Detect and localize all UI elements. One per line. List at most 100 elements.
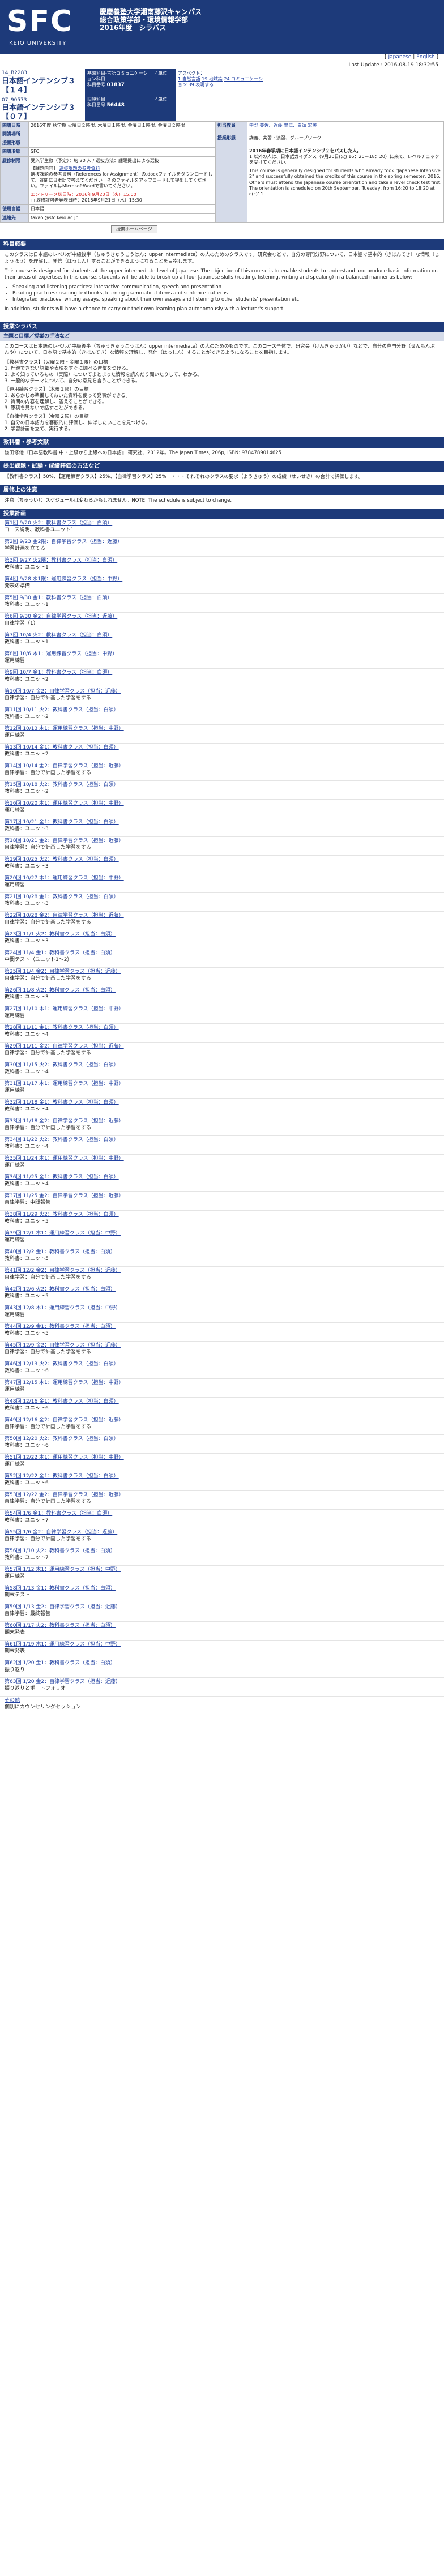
old-field-box: 旧設科目 科目番号 56448 <box>85 95 153 121</box>
assignment-reference-link[interactable]: 選抜課題の参考資料 <box>59 166 100 171</box>
schedule-title: 第43回 12/8 木1：運用練習クラス（担当：中野） <box>5 1305 121 1312</box>
field-box: 基盤科目-言語コミュニケーション科目 科目番号 01837 <box>85 69 153 95</box>
schedule-desc: 自律学習：自分で計画した学習をする <box>5 844 92 851</box>
schedule-title: 第59回 1/13 金2：自律学習クラス（担当：近藤） <box>5 1604 121 1610</box>
schedule-desc: 教科書：ユニット7 <box>5 1554 49 1561</box>
detail-label: 履修制限 <box>0 156 29 206</box>
summary-list-item: Integrated practices: writing essays, sp… <box>12 297 439 303</box>
schedule-item: 第20回 10/27 木1：運用練習クラス（担当：中野） 運用練習 <box>0 874 444 894</box>
schedule-item: 第54回 1/6 金1：教科書クラス（担当：白須） 教科書：ユニット7 <box>0 1510 444 1529</box>
schedule-item: 第19回 10/25 火2：教科書クラス（担当：白須） 教科書：ユニット3 <box>0 856 444 875</box>
schedule-item: 第43回 12/8 木1：運用練習クラス（担当：中野） 運用練習 <box>0 1304 444 1323</box>
course-homepage-button[interactable]: 授業ホームページ <box>111 225 157 234</box>
detail-row: 履修制限 受入学生数（予定）：約 20 人 / 選抜方法：課題提出による選抜 【… <box>0 156 215 206</box>
schedule-title: 第15回 10/18 火2：教科書クラス（担当：白須） <box>5 782 119 788</box>
detail-row: 開講形態 SFC <box>0 147 215 157</box>
schedule-desc: 教科書：ユニット3 <box>5 994 49 1000</box>
detail-label: 授業形態 <box>0 138 29 148</box>
schedule-title: 第55回 1/6 金2：自律学習クラス（担当：近藤） <box>5 1530 118 1536</box>
textbook-heading: 教科書・参考文献 <box>0 437 444 448</box>
prereq-line2: 1.以外の人は、日本語ガイダンス（9月20日(火) 16：20－18：20）に来… <box>249 153 439 165</box>
schedule-item: 第32回 11/18 金1：教科書クラス（担当：白須） 教科書：ユニット4 <box>0 1099 444 1118</box>
schedule-item: その他 個別にカウンセリングセッション <box>0 1697 444 1716</box>
detail-value: SFC <box>28 147 215 157</box>
course-list: 14_B2283 日本語インテンシブ３【１４】 07_90573 日本語インテン… <box>0 69 85 121</box>
detail-value: 日本語 <box>28 204 215 214</box>
schedule-item: 第44回 12/9 金1：教科書クラス（担当：白須） 教科書：ユニット5 <box>0 1323 444 1342</box>
detail-row: 2016年春学期に日本語インテンシブ２をパスした人。 1.以外の人は、日本語ガイ… <box>215 146 444 223</box>
aspect-link[interactable]: 19 地域論 <box>202 76 223 82</box>
old-reg-no-label: 科目番号 <box>87 102 105 108</box>
schedule-desc: 運用練習 <box>5 1461 25 1467</box>
schedule-desc: 教科書：ユニット6 <box>5 1405 49 1411</box>
reg-no-value: 01837 <box>106 82 125 88</box>
schedule-desc: 運用練習 <box>5 657 25 664</box>
schedule-item: 第45回 12/9 金2：自律学習クラス（担当：近藤） 自律学習：自分で計画した学… <box>0 1342 444 1361</box>
lang-english-link[interactable]: English <box>416 54 435 60</box>
theme-item: 2. 学習計画を立て、実行する。 <box>5 426 73 433</box>
schedule-title: 第42回 12/6 火2：教科書クラス（担当：白須） <box>5 1287 116 1293</box>
schedule-title: 第12回 10/13 木1：運用練習クラス（担当：中野） <box>5 726 124 732</box>
language-switch: [ Japanese | English ] <box>385 54 438 60</box>
detail-label: 開講形態 <box>0 147 29 157</box>
detail-label: 担当教員 <box>215 121 247 135</box>
schedule-item: 第14回 10/14 金2：自律学習クラス（担当：近藤） 自律学習：自分で計画した… <box>0 762 444 781</box>
aspect-link[interactable]: 1 自然言語 <box>178 76 200 82</box>
detail-label: 連絡先 <box>0 213 29 223</box>
schedule-item: 第6回 9/30 金2：自律学習クラス（担当：近藤） 自律学習（1） <box>0 613 444 632</box>
schedule-title: 第1回 9/20 火2：教科書クラス（担当：白須） <box>5 520 113 527</box>
schedule-title: 第3回 9/27 火2限：教科書クラス（担当：白須） <box>5 558 118 564</box>
schedule-item: 第5回 9/30 金1：教科書クラス（担当：白須） 教科書：ユニット1 <box>0 594 444 613</box>
schedule-desc: 自律学習：自分で計画した学習をする <box>5 1536 92 1542</box>
schedule-item: 第13回 10/14 金1：教科書クラス（担当：白須） 教科書：ユニット2 <box>0 744 444 763</box>
summary-body: このクラスは日本語のレベルが中級後半（ちゅうきゅうこうはん：upper inte… <box>0 250 444 318</box>
schedule-title: 第35回 11/24 木1：運用練習クラス（担当：中野） <box>5 1156 124 1162</box>
schedule-desc: 教科書：ユニット5 <box>5 1218 49 1224</box>
aspect-box: アスペクト： 1 自然言語 19 地域論 24 コミュニケーション 39 表現す… <box>176 69 266 95</box>
schedule-item: 第40回 12/2 金1：教科書クラス（担当：白須） 教科書：ユニット5 <box>0 1248 444 1267</box>
detail-value: 2016年度 秋学期 火曜日２時限, 木曜日１時限, 金曜日１時限, 金曜日２時… <box>28 121 215 131</box>
schedule-title: 第45回 12/9 金2：自律学習クラス（担当：近藤） <box>5 1343 121 1349</box>
detail-value: 講義、実習・演習、グループワーク <box>247 134 444 147</box>
detail-row: 授業形態 講義、実習・演習、グループワーク <box>215 134 444 147</box>
schedule-title: 第52回 12/22 金1：教科書クラス（担当：白須） <box>5 1473 119 1480</box>
schedule-desc: 自律学習：最終報告 <box>5 1610 51 1617</box>
contact-email: takaoi@sfc.keio.ac.jp <box>28 213 215 223</box>
schedule-desc: 期末発表 <box>5 1648 25 1654</box>
lang-japanese-link[interactable]: Japanese <box>388 54 411 60</box>
schedule-item: 第51回 12/22 木1：運用練習クラス（担当：中野） 運用練習 <box>0 1454 444 1473</box>
schedule-title: 第5回 9/30 金1：教科書クラス（担当：白須） <box>5 595 113 601</box>
schedule-item: 第55回 1/6 金2：自律学習クラス（担当：近藤） 自律学習：自分で計画した学習… <box>0 1528 444 1548</box>
theme-heading: 主題と目標／授業の手法など <box>0 332 444 341</box>
schedule-desc: 中間テスト（ユニット1〜2） <box>5 956 72 963</box>
schedule-desc: 自律学習：自分で計画した学習をする <box>5 770 92 776</box>
detail-value <box>28 138 215 148</box>
old-credits-box: 4単位 <box>153 95 176 121</box>
detail-row: 担当教員 中野 美佐、近藤 豊仁、白須 宏美 <box>215 121 444 135</box>
schedule-desc: 運用練習 <box>5 1013 25 1019</box>
aspect-link[interactable]: 39 表現する <box>189 82 214 87</box>
schedule-item: 第63回 1/20 金2：自律学習クラス（担当：近藤） 振り返りとポートフォリオ <box>0 1678 444 1697</box>
course-detail: 開講日時 2016年度 秋学期 火曜日２時限, 木曜日１時限, 金曜日１時限, 金… <box>0 121 444 224</box>
schedule-desc: 運用練習 <box>5 1162 25 1168</box>
schedule-item: 第37回 11/25 金2：自律学習クラス（担当：近藤） 自律学習：中間報告 <box>0 1192 444 1211</box>
schedule-item: 第30回 11/15 火2：教科書クラス（担当：白須） 教科書：ユニット4 <box>0 1061 444 1080</box>
assignment-block: 【課題内容】 選抜課題の参考資料 選抜課題の参考資料（References fo… <box>31 166 213 203</box>
schedule-item: 第36回 11/25 金1：教科書クラス（担当：白須） 教科書：ユニット4 <box>0 1173 444 1193</box>
schedule-item: 第3回 9/27 火2限：教科書クラス（担当：白須） 教科書：ユニット1 <box>0 557 444 576</box>
prerequisite-notes: 2016年春学期に日本語インテンシブ２をパスした人。 1.以外の人は、日本語ガイ… <box>247 146 444 223</box>
schedule-item: 第21回 10/28 金1：教科書クラス（担当：白須） 教科書：ユニット3 <box>0 893 444 912</box>
schedule-item: 第16回 10/20 木1：運用練習クラス（担当：中野） 運用練習 <box>0 800 444 819</box>
schedule-item: 第26回 11/8 火2：教科書クラス（担当：白須） 教科書：ユニット3 <box>0 986 444 1006</box>
prereq-ja: 2016年春学期に日本語インテンシブ２をパスした人。 <box>249 148 362 153</box>
schedule-desc: 教科書：ユニット3 <box>5 938 49 944</box>
detail-row: 使用言語 日本語 <box>0 204 215 214</box>
info-row-current: 基盤科目-言語コミュニケーション科目 科目番号 01837 4単位 アスペクト：… <box>85 69 444 95</box>
schedule-title: 第32回 11/18 金1：教科書クラス（担当：白須） <box>5 1100 119 1106</box>
schedule-desc: 教科書：ユニット4 <box>5 1143 49 1150</box>
schedule-title: 第47回 12/15 木1：運用練習クラス（担当：中野） <box>5 1380 124 1386</box>
schedule-item: 第15回 10/18 火2：教科書クラス（担当：白須） 教科書：ユニット2 <box>0 781 444 800</box>
schedule-desc: 運用練習 <box>5 1573 25 1579</box>
schedule-title: 第19回 10/25 火2：教科書クラス（担当：白須） <box>5 857 119 863</box>
schedule-desc: 運用練習 <box>5 1237 25 1243</box>
